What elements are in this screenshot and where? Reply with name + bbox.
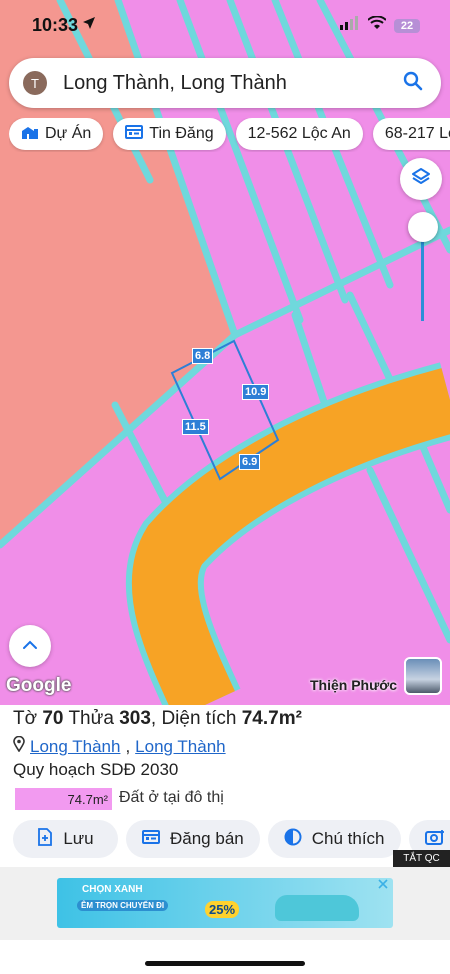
area-label: Diện tích xyxy=(161,708,237,729)
search-icon xyxy=(403,71,423,96)
save-icon xyxy=(37,827,53,851)
camera-icon xyxy=(424,828,445,851)
location-link-2[interactable]: Long Thành xyxy=(135,737,225,757)
car-image xyxy=(275,895,359,921)
home-indicator[interactable] xyxy=(145,961,305,966)
post-icon xyxy=(142,829,160,850)
sheet-label: Tờ xyxy=(13,708,38,729)
layers-button[interactable] xyxy=(400,158,442,200)
street-view-thumbnail[interactable] xyxy=(404,657,442,695)
status-bar: 10:33 22 xyxy=(0,0,450,50)
chip-label: 12-562 Lộc An xyxy=(247,125,351,142)
expand-button[interactable] xyxy=(9,625,51,667)
location-link-1[interactable]: Long Thành xyxy=(30,737,120,757)
legend-label: Chú thích xyxy=(311,829,385,848)
wifi-icon xyxy=(367,15,387,35)
plot-number: 303 xyxy=(119,708,151,729)
layers-icon xyxy=(410,166,432,193)
chip-tin-dang[interactable]: Tin Đăng xyxy=(113,118,226,150)
plan-area-badge: 74.7m² xyxy=(15,788,112,810)
chip-du-an[interactable]: Dự Án xyxy=(9,118,104,150)
dimension-bottom: 6.9 xyxy=(239,454,261,470)
clock: 10:33 xyxy=(32,15,79,35)
filter-chips: Dự Án Tin Đăng 12-562 Lộc An 68-217 Lo xyxy=(9,118,450,152)
opacity-slider-handle[interactable] xyxy=(408,212,438,242)
post-label: Đăng bán xyxy=(170,829,244,848)
search-bar[interactable]: T Long Thành, Long Thành xyxy=(9,58,441,108)
action-bar: Lưu Đăng bán Chú thích C xyxy=(13,820,450,858)
search-button[interactable] xyxy=(393,63,433,103)
save-label: Lưu xyxy=(63,829,94,848)
location-separator: , xyxy=(125,736,131,756)
chip-label: 68-217 Lo xyxy=(384,125,450,142)
dimension-left: 11.5 xyxy=(182,419,209,435)
chip-parcel-1[interactable]: 12-562 Lộc An xyxy=(235,118,363,150)
ad-headline: CHỌN XANH xyxy=(82,884,143,895)
area-value: 74.7m² xyxy=(241,708,302,729)
hide-ads-button[interactable]: TẮT QC xyxy=(393,850,450,867)
plan-land-use: Đất ở tại đô thị xyxy=(119,789,224,806)
dimension-right: 10.9 xyxy=(242,384,270,400)
location-arrow-icon xyxy=(82,16,96,35)
parcel-title: Tờ 70 Thửa 303, Diện tích 74.7m² xyxy=(13,708,302,729)
avatar[interactable]: T xyxy=(23,71,47,95)
ad-banner[interactable]: CHỌN XANH ÊM TRỌN CHUYẾN ĐI 25% xyxy=(57,878,393,928)
listing-icon xyxy=(125,124,144,145)
building-icon xyxy=(21,124,39,145)
legend-button[interactable]: Chú thích xyxy=(267,820,401,858)
ad-subline: ÊM TRỌN CHUYẾN ĐI xyxy=(77,900,169,911)
place-label: Thiện Phước xyxy=(310,677,397,693)
signal-icon xyxy=(340,16,360,35)
location-pin-icon xyxy=(13,735,25,757)
google-logo: Google xyxy=(6,675,72,696)
sheet-number: 70 xyxy=(42,708,64,729)
search-input[interactable]: Long Thành, Long Thành xyxy=(63,72,393,95)
plan-title: Quy hoạch SDĐ 2030 xyxy=(13,760,179,779)
chip-label: Dự Án xyxy=(45,125,92,142)
chevron-up-icon xyxy=(22,637,38,655)
post-for-sale-button[interactable]: Đăng bán xyxy=(126,820,260,858)
chip-parcel-2[interactable]: 68-217 Lo xyxy=(372,118,450,150)
ad-discount: 25% xyxy=(205,901,240,918)
ad-choices-icon[interactable] xyxy=(378,878,388,892)
battery-icon: 22 xyxy=(394,18,420,33)
location-links: Long Thành, Long Thành xyxy=(13,735,226,757)
plot-label: Thửa xyxy=(68,708,114,729)
legend-icon xyxy=(284,828,302,851)
dimension-top: 6.8 xyxy=(192,348,214,364)
save-button[interactable]: Lưu xyxy=(13,820,118,858)
chip-label: Tin Đăng xyxy=(149,125,214,142)
